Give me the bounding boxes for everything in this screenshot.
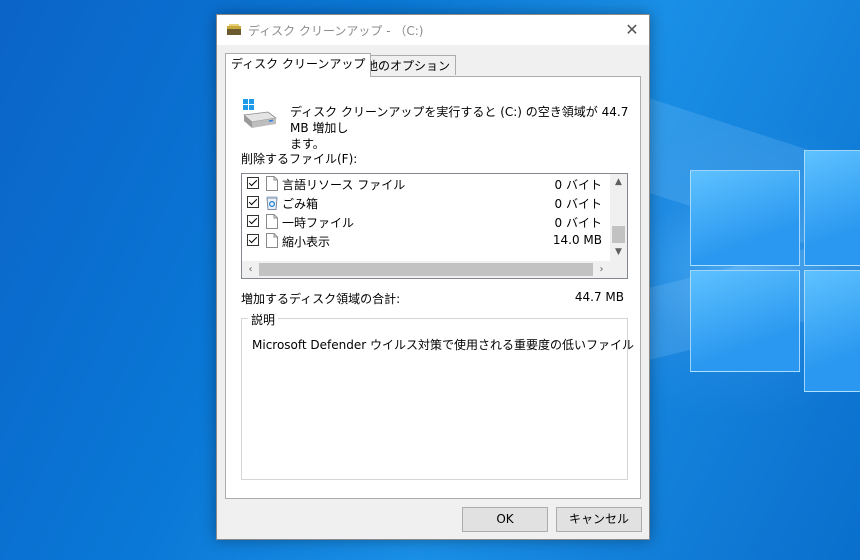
list-item[interactable]: ごみ箱 0 バイト bbox=[242, 193, 610, 212]
scroll-down-icon[interactable]: ▼ bbox=[610, 244, 627, 261]
ok-button[interactable]: OK bbox=[462, 507, 548, 532]
description-title: 説明 bbox=[248, 311, 279, 328]
total-space-value: 44.7 MB bbox=[574, 290, 624, 304]
file-checkbox[interactable] bbox=[247, 215, 259, 227]
summary-text: ディスク クリーンアップを実行すると (C:) の空き領域が 44.7 MB 増… bbox=[290, 105, 629, 151]
file-icon bbox=[266, 233, 278, 248]
file-size: 14.0 MB bbox=[552, 233, 602, 247]
file-name: 縮小表示 bbox=[282, 235, 331, 249]
scroll-right-icon[interactable]: › bbox=[593, 261, 610, 278]
list-item[interactable]: 縮小表示 14.0 MB bbox=[242, 231, 610, 250]
vertical-scrollbar[interactable]: ▲ ▼ bbox=[610, 174, 627, 261]
disk-cleanup-icon bbox=[227, 24, 241, 35]
list-item[interactable]: 言語リソース ファイル 0 バイト bbox=[242, 174, 610, 193]
file-size: 0 バイト bbox=[554, 197, 602, 211]
files-listbox[interactable]: 言語リソース ファイル 0 バイト ごみ箱 0 バイト 一時ファイル 0 バイト… bbox=[241, 173, 628, 279]
recycle-bin-icon bbox=[266, 196, 278, 210]
description-text: Microsoft Defender ウイルス対策で使用される重要度の低いファイ… bbox=[252, 338, 635, 352]
file-size: 0 バイト bbox=[554, 216, 602, 230]
windows-logo bbox=[690, 150, 860, 392]
title-bar[interactable]: ディスク クリーンアップ - （C:) ✕ bbox=[217, 15, 649, 45]
vertical-scroll-thumb[interactable] bbox=[612, 226, 625, 243]
file-checkbox[interactable] bbox=[247, 177, 259, 189]
file-checkbox[interactable] bbox=[247, 196, 259, 208]
file-name: ごみ箱 bbox=[282, 197, 319, 211]
description-groupbox: 説明 Microsoft Defender ウイルス対策で使用される重要度の低い… bbox=[241, 311, 634, 480]
tab-bar: ディスク クリーンアップ その他のオプション bbox=[225, 53, 645, 77]
file-name: 言語リソース ファイル bbox=[282, 178, 406, 192]
file-name: 一時ファイル bbox=[282, 216, 355, 230]
file-icon bbox=[266, 214, 278, 229]
file-icon bbox=[266, 176, 278, 191]
close-icon: ✕ bbox=[625, 20, 639, 39]
horizontal-scrollbar[interactable]: ‹ › bbox=[242, 261, 627, 278]
drive-icon bbox=[243, 99, 277, 128]
files-to-delete-label: 削除するファイル(F): bbox=[241, 152, 358, 166]
list-item[interactable]: 一時ファイル 0 バイト bbox=[242, 212, 610, 231]
scroll-up-icon[interactable]: ▲ bbox=[610, 174, 627, 191]
window-title: ディスク クリーンアップ - （C:) bbox=[248, 24, 424, 38]
file-checkbox[interactable] bbox=[247, 234, 259, 246]
scroll-left-icon[interactable]: ‹ bbox=[242, 261, 259, 278]
close-button[interactable]: ✕ bbox=[615, 15, 649, 45]
tab-panel: ディスク クリーンアップを実行すると (C:) の空き領域が 44.7 MB 増… bbox=[225, 76, 641, 499]
scrollbar-corner bbox=[610, 261, 627, 278]
disk-cleanup-dialog: ディスク クリーンアップ - （C:) ✕ ディスク クリーンアップ その他のオ… bbox=[216, 14, 650, 540]
tab-disk-cleanup[interactable]: ディスク クリーンアップ bbox=[225, 53, 372, 77]
total-space-label: 増加するディスク領域の合計: bbox=[241, 292, 401, 306]
cancel-button[interactable]: キャンセル bbox=[556, 507, 642, 532]
horizontal-scroll-thumb[interactable] bbox=[259, 263, 593, 276]
file-size: 0 バイト bbox=[554, 178, 602, 192]
